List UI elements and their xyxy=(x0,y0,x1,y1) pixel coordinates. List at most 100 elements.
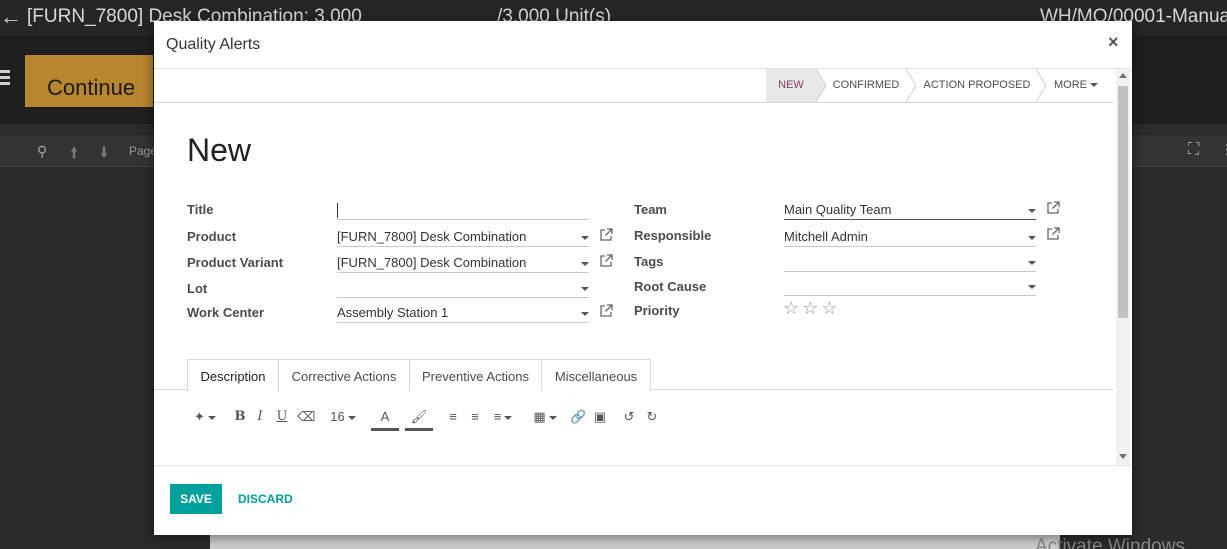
font-color-letter: A xyxy=(380,409,390,424)
tab-preventive-actions[interactable]: Preventive Actions xyxy=(409,359,542,391)
page-label: Page xyxy=(129,144,158,158)
pdf-document-page xyxy=(210,534,1060,549)
font-size-value: 16 xyxy=(330,409,345,424)
dialog-body: NEW CONFIRMED ACTION PROPOSED MORE New T… xyxy=(154,69,1132,465)
bullet-list-icon[interactable]: ≡ xyxy=(445,403,461,429)
search-icon[interactable]: ⚲ xyxy=(37,143,47,160)
title-input[interactable] xyxy=(337,200,589,220)
numbered-list-icon[interactable]: ≡ xyxy=(467,403,483,429)
fullscreen-icon[interactable]: ⛶ xyxy=(1188,141,1199,159)
product-value: [FURN_7800] Desk Combination xyxy=(337,229,527,244)
dropdown-caret-icon[interactable] xyxy=(581,236,589,240)
star-outline-icon[interactable]: ☆ xyxy=(783,298,802,318)
title-label: Title xyxy=(187,202,214,217)
stage-statusbar: NEW CONFIRMED ACTION PROPOSED MORE xyxy=(154,69,1114,103)
priority-label: Priority xyxy=(634,303,680,318)
root-cause-select[interactable] xyxy=(784,276,1036,296)
team-label: Team xyxy=(634,202,667,217)
dropdown-caret-icon[interactable] xyxy=(581,287,589,291)
responsible-value: Mitchell Admin xyxy=(784,229,868,244)
dialog-scrollbar[interactable] xyxy=(1116,69,1130,465)
responsible-select[interactable]: Mitchell Admin xyxy=(784,227,1036,247)
product-label: Product xyxy=(187,229,237,244)
star-outline-icon[interactable]: ☆ xyxy=(821,298,840,318)
quality-alert-dialog: Quality Alerts × NEW CONFIRMED ACTION PR… xyxy=(154,21,1132,535)
external-link-icon[interactable] xyxy=(1046,201,1060,215)
work-center-label: Work Center xyxy=(187,305,265,320)
notebook-tabs: Description Corrective Actions Preventiv… xyxy=(154,357,1114,392)
stage-separator xyxy=(906,69,916,102)
team-select[interactable]: Main Quality Team xyxy=(784,200,1036,220)
bold-button[interactable]: B xyxy=(233,403,247,429)
tags-select[interactable] xyxy=(784,252,1036,272)
stage-action-proposed[interactable]: ACTION PROPOSED xyxy=(918,69,1036,102)
align-dropdown-icon[interactable]: ≡ xyxy=(489,403,517,429)
font-size-dropdown[interactable]: 16 xyxy=(327,403,359,429)
dropdown-caret-icon[interactable] xyxy=(1028,285,1036,289)
arrow-up-icon[interactable]: 🠙 xyxy=(70,142,78,169)
priority-widget: ☆☆☆ xyxy=(783,298,840,319)
arrow-down-icon[interactable]: 🠛 xyxy=(100,142,108,169)
stage-separator xyxy=(816,69,826,102)
stage-new[interactable]: NEW xyxy=(766,69,816,102)
lot-select[interactable] xyxy=(337,278,589,298)
text-cursor xyxy=(337,203,338,219)
dropdown-caret-icon[interactable] xyxy=(581,312,589,316)
redo-icon[interactable]: ↻ xyxy=(644,403,660,429)
scroll-down-arrow-icon[interactable] xyxy=(1119,454,1127,459)
record-name: New xyxy=(187,132,252,168)
external-link-icon[interactable] xyxy=(599,304,613,318)
tab-miscellaneous[interactable]: Miscellaneous xyxy=(541,359,651,391)
eraser-icon[interactable]: ⌫ xyxy=(297,403,315,429)
lot-label: Lot xyxy=(187,281,208,296)
image-icon[interactable]: ▣ xyxy=(592,403,608,429)
responsible-label: Responsible xyxy=(634,228,712,243)
work-center-value: Assembly Station 1 xyxy=(337,305,449,320)
tags-label: Tags xyxy=(634,254,664,269)
dropdown-caret-icon[interactable] xyxy=(1028,209,1036,213)
close-icon[interactable]: × xyxy=(1108,32,1119,53)
work-center-select[interactable]: Assembly Station 1 xyxy=(337,303,589,323)
external-link-icon[interactable] xyxy=(599,254,613,268)
underline-button[interactable]: U xyxy=(275,403,289,429)
product-variant-select[interactable]: [FURN_7800] Desk Combination xyxy=(337,253,589,273)
star-outline-icon[interactable]: ☆ xyxy=(802,298,821,318)
font-color-button[interactable]: A xyxy=(371,403,399,431)
discard-button[interactable]: DISCARD xyxy=(238,492,293,506)
external-link-icon[interactable] xyxy=(1046,227,1060,241)
stage-separator xyxy=(1036,69,1046,102)
stage-more-button[interactable]: MORE xyxy=(1046,69,1106,102)
scroll-thumb[interactable] xyxy=(1118,86,1128,318)
tab-corrective-actions[interactable]: Corrective Actions xyxy=(278,359,410,391)
dialog-title: Quality Alerts xyxy=(166,36,261,53)
windows-activation-watermark: Activate Windows xyxy=(1035,536,1185,549)
dropdown-caret-icon[interactable] xyxy=(1028,261,1036,265)
hamburger-menu-icon[interactable] xyxy=(0,70,10,88)
undo-icon[interactable]: ↺ xyxy=(621,403,637,429)
dialog-header: Quality Alerts × xyxy=(154,21,1132,69)
magic-style-icon[interactable]: ✦ xyxy=(193,403,217,429)
form-sheet: New Title Product [FURN_7800] Desk Combi… xyxy=(154,103,1114,465)
external-link-icon[interactable] xyxy=(599,228,613,242)
caret-down-icon xyxy=(1090,83,1098,88)
more-options-icon[interactable]: ⋮ xyxy=(1220,141,1227,158)
product-variant-label: Product Variant xyxy=(187,255,284,270)
stage-more-label: MORE xyxy=(1054,79,1087,91)
dialog-footer: SAVE DISCARD xyxy=(154,465,1132,535)
italic-button[interactable]: I xyxy=(254,403,266,429)
back-arrow-icon[interactable]: ← xyxy=(0,4,22,30)
team-value: Main Quality Team xyxy=(784,202,892,217)
dropdown-caret-icon[interactable] xyxy=(1028,236,1036,240)
stage-confirmed[interactable]: CONFIRMED xyxy=(826,69,906,102)
root-cause-label: Root Cause xyxy=(634,279,707,294)
tab-description[interactable]: Description xyxy=(187,359,279,392)
product-variant-value: [FURN_7800] Desk Combination xyxy=(337,255,527,270)
save-button[interactable]: SAVE xyxy=(170,484,222,514)
brush-icon[interactable]: 🖌 xyxy=(405,403,433,431)
dropdown-caret-icon[interactable] xyxy=(581,262,589,266)
product-select[interactable]: [FURN_7800] Desk Combination xyxy=(337,227,589,247)
link-icon[interactable]: 🔗 xyxy=(570,403,586,429)
table-dropdown-icon[interactable]: ▦ xyxy=(531,403,559,429)
scroll-up-arrow-icon[interactable] xyxy=(1119,73,1127,78)
continue-button[interactable]: Continue xyxy=(25,55,153,107)
